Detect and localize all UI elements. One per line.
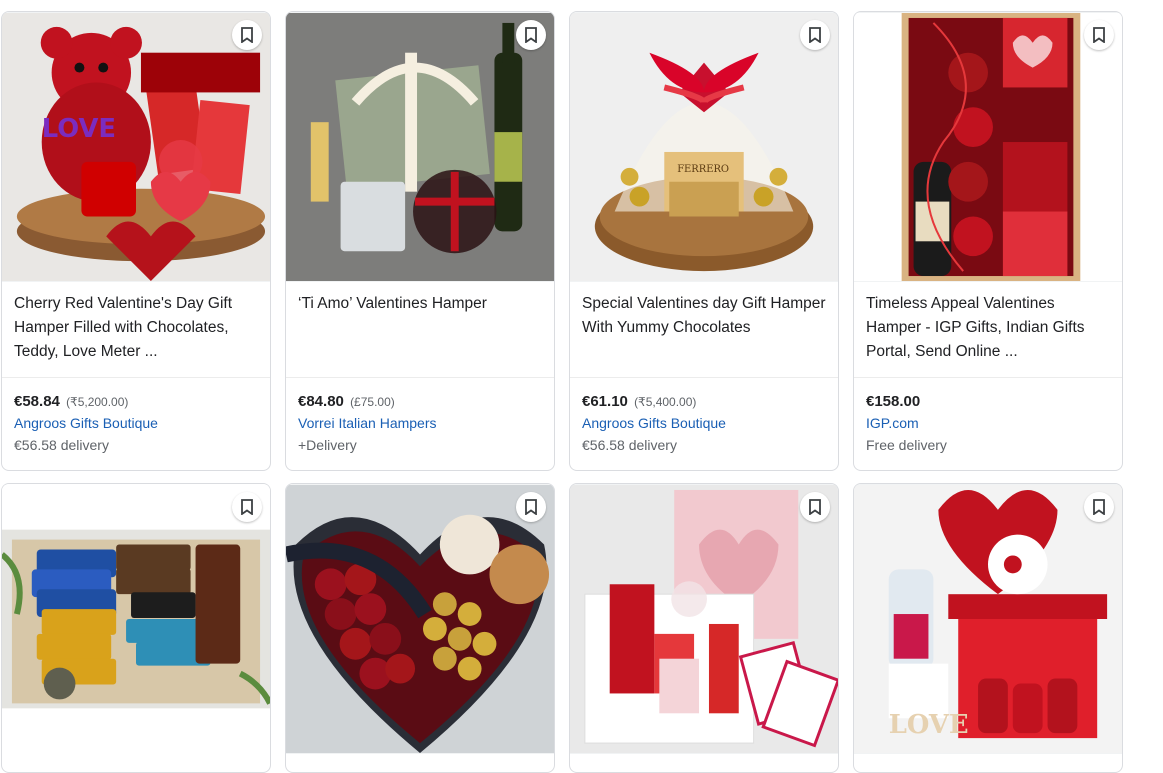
product-price: €61.10 [582, 393, 628, 410]
product-card[interactable]: LOVE [853, 483, 1123, 773]
valentines-gift-box-photo [570, 485, 838, 753]
original-price: (₹5,400.00) [634, 395, 697, 409]
bookmark-icon [241, 499, 253, 515]
product-image[interactable]: FERRERO [570, 12, 838, 282]
bookmark-icon [1093, 499, 1105, 515]
wine-hamper-photo [286, 13, 554, 281]
product-card[interactable] [569, 483, 839, 773]
delivery-info: +Delivery [298, 437, 357, 453]
product-price: €84.80 [298, 393, 344, 410]
bookmark-button[interactable] [1084, 492, 1114, 522]
delivery-info: €56.58 delivery [582, 437, 677, 453]
price-line: €61.10 (₹5,400.00) [582, 392, 826, 412]
balloon-gift-box-photo: LOVE [854, 485, 1122, 753]
bookmark-icon [241, 27, 253, 43]
product-image[interactable] [286, 484, 554, 754]
product-title[interactable]: ‘Ti Amo’ Valentines Hamper [286, 282, 554, 377]
svg-text:LOVE: LOVE [889, 710, 969, 740]
product-card[interactable]: FERRERO Special Valentines day Gift Hamp… [569, 11, 839, 471]
roses-heart-box-photo [286, 485, 554, 753]
bookmark-button[interactable] [232, 20, 262, 50]
seller-link[interactable]: Vorrei Italian Hampers [298, 412, 542, 434]
bookmark-icon [809, 499, 821, 515]
svg-text:FERRERO: FERRERO [677, 164, 729, 175]
svg-text:LOVE: LOVE [42, 114, 116, 144]
price-line: €158.00 [866, 392, 1110, 412]
product-price: €58.84 [14, 393, 60, 410]
bookmark-icon [525, 499, 537, 515]
bookmark-icon [1093, 27, 1105, 43]
product-meta: €58.84 (₹5,200.00) Angroos Gifts Boutiqu… [2, 377, 270, 465]
product-card[interactable]: ‘Ti Amo’ Valentines Hamper €84.80 (£75.0… [285, 11, 555, 471]
product-card[interactable] [285, 483, 555, 773]
product-meta: €84.80 (£75.00) Vorrei Italian Hampers +… [286, 377, 554, 465]
seller-link[interactable]: Angroos Gifts Boutique [14, 412, 258, 434]
bookmark-button[interactable] [800, 20, 830, 50]
bookmark-button[interactable] [516, 20, 546, 50]
product-card[interactable] [1, 483, 271, 773]
product-price: €158.00 [866, 393, 921, 410]
price-line: €58.84 (₹5,200.00) [14, 392, 258, 412]
product-image[interactable]: LOVE [854, 484, 1122, 754]
bookmark-button[interactable] [232, 492, 262, 522]
bookmark-button[interactable] [516, 492, 546, 522]
product-image[interactable] [854, 12, 1122, 282]
product-meta: €158.00 IGP.com Free delivery [854, 377, 1122, 465]
product-title[interactable]: Cherry Red Valentine's Day Gift Hamper F… [2, 282, 270, 377]
price-line: €84.80 (£75.00) [298, 392, 542, 412]
ferrero-basket-photo: FERRERO [570, 13, 838, 281]
delivery-info: Free delivery [866, 437, 947, 453]
chocolate-bars-box-photo [2, 485, 270, 753]
product-image[interactable] [286, 12, 554, 282]
bookmark-icon [525, 27, 537, 43]
product-image[interactable] [570, 484, 838, 754]
product-title[interactable]: Timeless Appeal Valentines Hamper - IGP … [854, 282, 1122, 377]
bookmark-icon [809, 27, 821, 43]
delivery-info: €56.58 delivery [14, 437, 109, 453]
product-title[interactable]: Special Valentines day Gift Hamper With … [570, 282, 838, 377]
product-card[interactable]: Timeless Appeal Valentines Hamper - IGP … [853, 11, 1123, 471]
champagne-box-photo [854, 13, 1122, 281]
seller-link[interactable]: Angroos Gifts Boutique [582, 412, 826, 434]
original-price: (₹5,200.00) [66, 395, 129, 409]
bookmark-button[interactable] [1084, 20, 1114, 50]
product-meta: €61.10 (₹5,400.00) Angroos Gifts Boutiqu… [570, 377, 838, 465]
product-image[interactable] [2, 484, 270, 754]
seller-link[interactable]: IGP.com [866, 412, 1110, 434]
bookmark-button[interactable] [800, 492, 830, 522]
red-teddy-basket-photo: LOVE [2, 13, 270, 281]
product-image[interactable]: LOVE [2, 12, 270, 282]
product-card[interactable]: LOVE Cherry Red Valentine's Day Gift Ham… [1, 11, 271, 471]
original-price: (£75.00) [350, 395, 395, 409]
